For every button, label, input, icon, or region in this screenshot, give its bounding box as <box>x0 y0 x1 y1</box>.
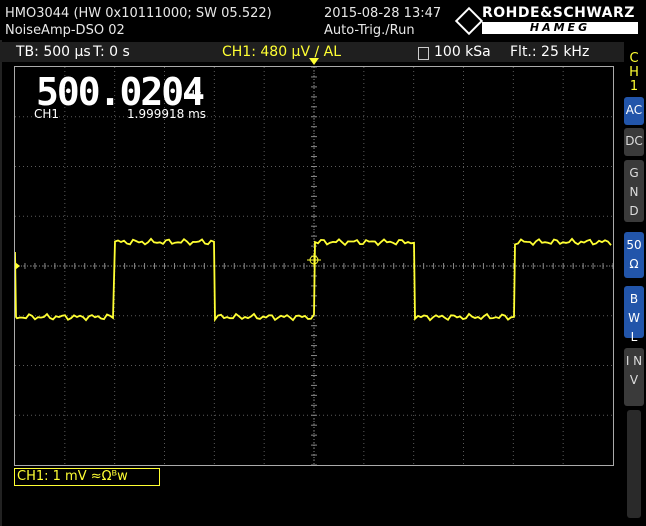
side-button-5[interactable]: I N V <box>624 348 644 406</box>
timebase[interactable]: TB: 500 µs <box>16 44 91 60</box>
measurement-channel: CH1 <box>34 107 60 121</box>
brand-bottom: HAMEG <box>482 22 638 34</box>
channel-info: CH1: 1 mV ≈Ωᴮw <box>17 469 128 484</box>
ch1-waveform <box>15 237 612 323</box>
instrument-info: HMO3044 (HW 0x10111000; SW 05.522) <box>5 6 272 21</box>
brand-logo: ROHDE&SCHWARZ HAMEG <box>454 5 642 37</box>
side-button-1[interactable]: DC <box>624 128 644 156</box>
frequency-unit: Hz <box>186 88 202 102</box>
sample-rate: 100 kSa <box>434 44 491 60</box>
scope-grid <box>15 67 613 465</box>
side-rail <box>627 410 641 518</box>
datetime: 2015-08-28 13:47 <box>324 6 442 21</box>
ch1-setting[interactable]: CH1: 480 µV ∕ AL <box>222 44 341 60</box>
memory-icon <box>418 47 429 60</box>
trigger-time[interactable]: T: 0 s <box>93 44 130 60</box>
ground-pointer-icon[interactable] <box>15 262 20 270</box>
filter-setting[interactable]: Flt.: 25 kHz <box>510 44 589 60</box>
brand-top: ROHDE&SCHWARZ <box>482 5 635 21</box>
rs-logo-icon <box>454 6 484 36</box>
waveform-display <box>14 66 614 466</box>
trigger-mode: Auto-Trig./Run <box>324 23 415 38</box>
side-button-3[interactable]: 50 Ω <box>624 232 644 278</box>
screen-left-border <box>0 40 2 526</box>
setup-name: NoiseAmp-DSO 02 <box>5 23 125 38</box>
side-button-0[interactable]: AC <box>624 97 644 125</box>
side-channel-label: C H 1 <box>629 51 639 94</box>
period-readout: 1.999918 ms <box>127 107 207 121</box>
side-button-4[interactable]: B W L <box>624 286 644 344</box>
trigger-marker-icon <box>309 58 319 65</box>
side-button-2[interactable]: G N D <box>624 160 644 222</box>
